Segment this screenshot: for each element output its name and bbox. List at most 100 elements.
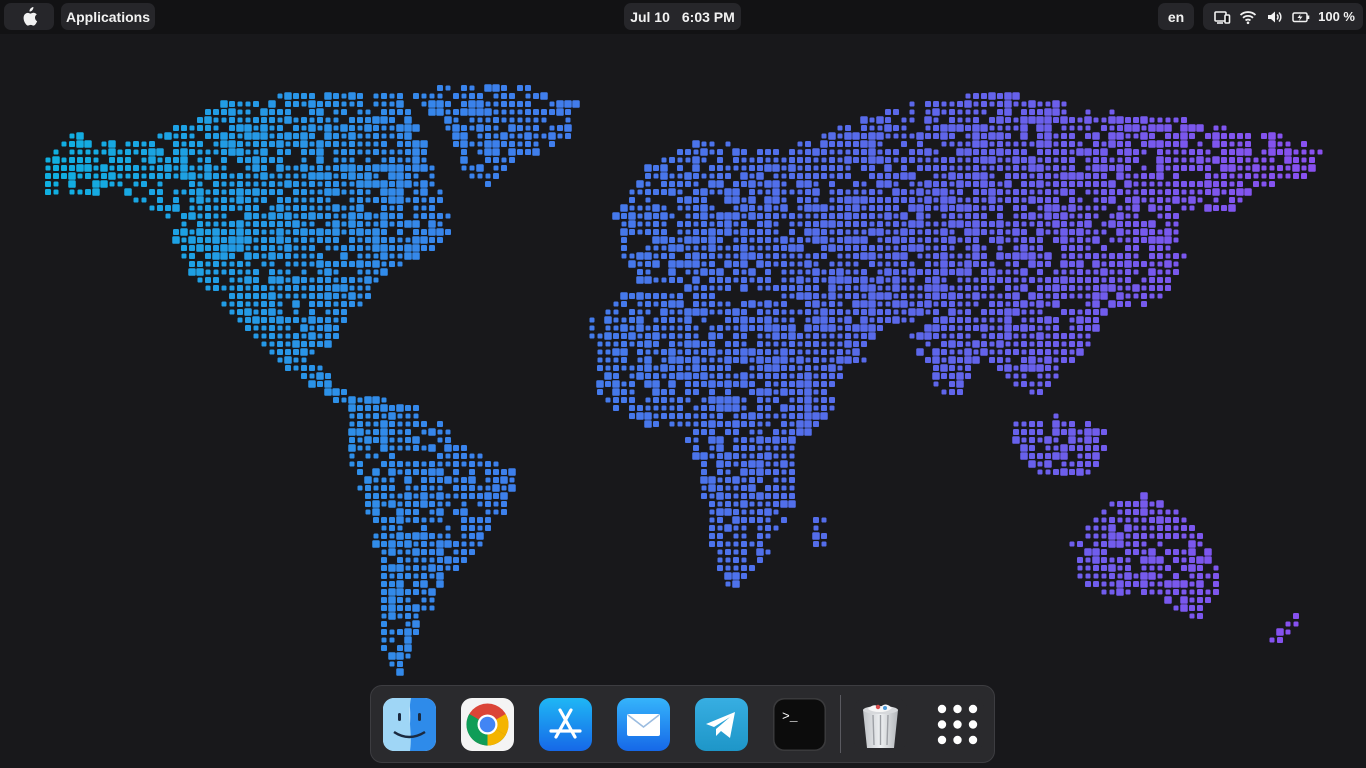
map-dot (804, 412, 812, 420)
map-dot (989, 181, 995, 187)
map-dot (1157, 181, 1163, 187)
map-dot (965, 277, 971, 283)
map-dot (188, 236, 196, 244)
map-dot (901, 133, 907, 139)
map-dot (205, 157, 211, 163)
map-dot (749, 477, 755, 483)
map-dot (932, 276, 940, 284)
map-dot (757, 333, 763, 339)
map-dot (1029, 389, 1035, 395)
map-dot (381, 541, 387, 547)
map-dot (684, 172, 692, 180)
map-dot (253, 197, 259, 203)
app-grid-icon[interactable] (931, 698, 984, 751)
map-dot (436, 492, 444, 500)
map-dot (1044, 212, 1052, 220)
map-dot (1133, 509, 1139, 515)
map-dot (1293, 173, 1299, 179)
map-dot (725, 581, 731, 587)
map-dot (757, 365, 763, 371)
map-dot (285, 237, 291, 243)
map-dot (205, 285, 211, 291)
map-dot (1044, 116, 1052, 124)
map-dot (1236, 188, 1244, 196)
map-dot (1149, 181, 1155, 187)
map-dot (797, 141, 803, 147)
chrome-icon[interactable] (461, 698, 514, 751)
map-dot (1093, 173, 1099, 179)
map-dot (957, 349, 963, 355)
map-dot (293, 117, 299, 123)
map-dot (413, 213, 419, 219)
map-dot (901, 125, 907, 131)
map-dot (1004, 108, 1012, 116)
map-dot (1053, 157, 1059, 163)
map-dot (405, 509, 411, 515)
map-dot (205, 277, 211, 283)
map-dot (389, 245, 395, 251)
map-dot (692, 252, 700, 260)
map-dot (749, 389, 755, 395)
map-dot (653, 293, 659, 299)
map-dot (788, 244, 796, 252)
mail-icon[interactable] (617, 698, 670, 751)
map-dot (797, 373, 803, 379)
map-dot (813, 277, 819, 283)
map-dot (396, 188, 404, 196)
map-dot (725, 245, 731, 251)
map-dot (821, 389, 827, 395)
map-dot (677, 349, 683, 355)
map-dot (1005, 253, 1011, 259)
language-indicator[interactable]: en (1158, 3, 1194, 30)
app-store-icon[interactable] (539, 698, 592, 751)
map-dot (964, 228, 972, 236)
map-dot (340, 124, 348, 132)
map-dot (973, 189, 979, 195)
map-dot (1245, 133, 1251, 139)
map-dot (261, 157, 267, 163)
map-dot (933, 221, 939, 227)
map-dot (397, 141, 403, 147)
map-dot (365, 109, 371, 115)
map-dot (709, 221, 715, 227)
map-dot (461, 477, 467, 483)
map-dot (797, 157, 803, 163)
map-dot (1189, 613, 1195, 619)
map-dot (1028, 100, 1036, 108)
map-dot (932, 188, 940, 196)
map-dot (773, 453, 779, 459)
terminal-icon[interactable]: >_ (773, 698, 826, 751)
map-dot (764, 196, 772, 204)
map-dot (941, 349, 947, 355)
map-dot (773, 245, 779, 251)
map-dot (357, 253, 363, 259)
map-dot (1045, 325, 1051, 331)
map-dot (941, 373, 947, 379)
system-status-menu[interactable]: 100 % (1203, 3, 1363, 30)
map-dot (973, 237, 979, 243)
map-dot (421, 229, 427, 235)
applications-menu-button[interactable]: Applications (61, 3, 155, 30)
map-dot (797, 221, 803, 227)
telegram-icon[interactable] (695, 698, 748, 751)
map-dot (1157, 197, 1163, 203)
map-dot (773, 261, 779, 267)
map-dot (469, 461, 475, 467)
clock-button[interactable]: Jul 10 6:03 PM (624, 3, 741, 30)
map-dot (917, 285, 923, 291)
map-dot (412, 220, 420, 228)
trash-icon[interactable] (854, 698, 907, 751)
apple-menu-button[interactable] (4, 3, 54, 30)
map-dot (965, 365, 971, 371)
map-dot (692, 236, 700, 244)
map-dot (1020, 324, 1028, 332)
map-dot (733, 493, 739, 499)
map-dot (357, 269, 363, 275)
map-dot (364, 180, 372, 188)
finder-icon[interactable] (383, 698, 436, 751)
map-dot (965, 173, 971, 179)
map-dot (869, 317, 875, 323)
map-dot (660, 308, 668, 316)
map-dot (1189, 205, 1195, 211)
map-dot (1093, 229, 1099, 235)
